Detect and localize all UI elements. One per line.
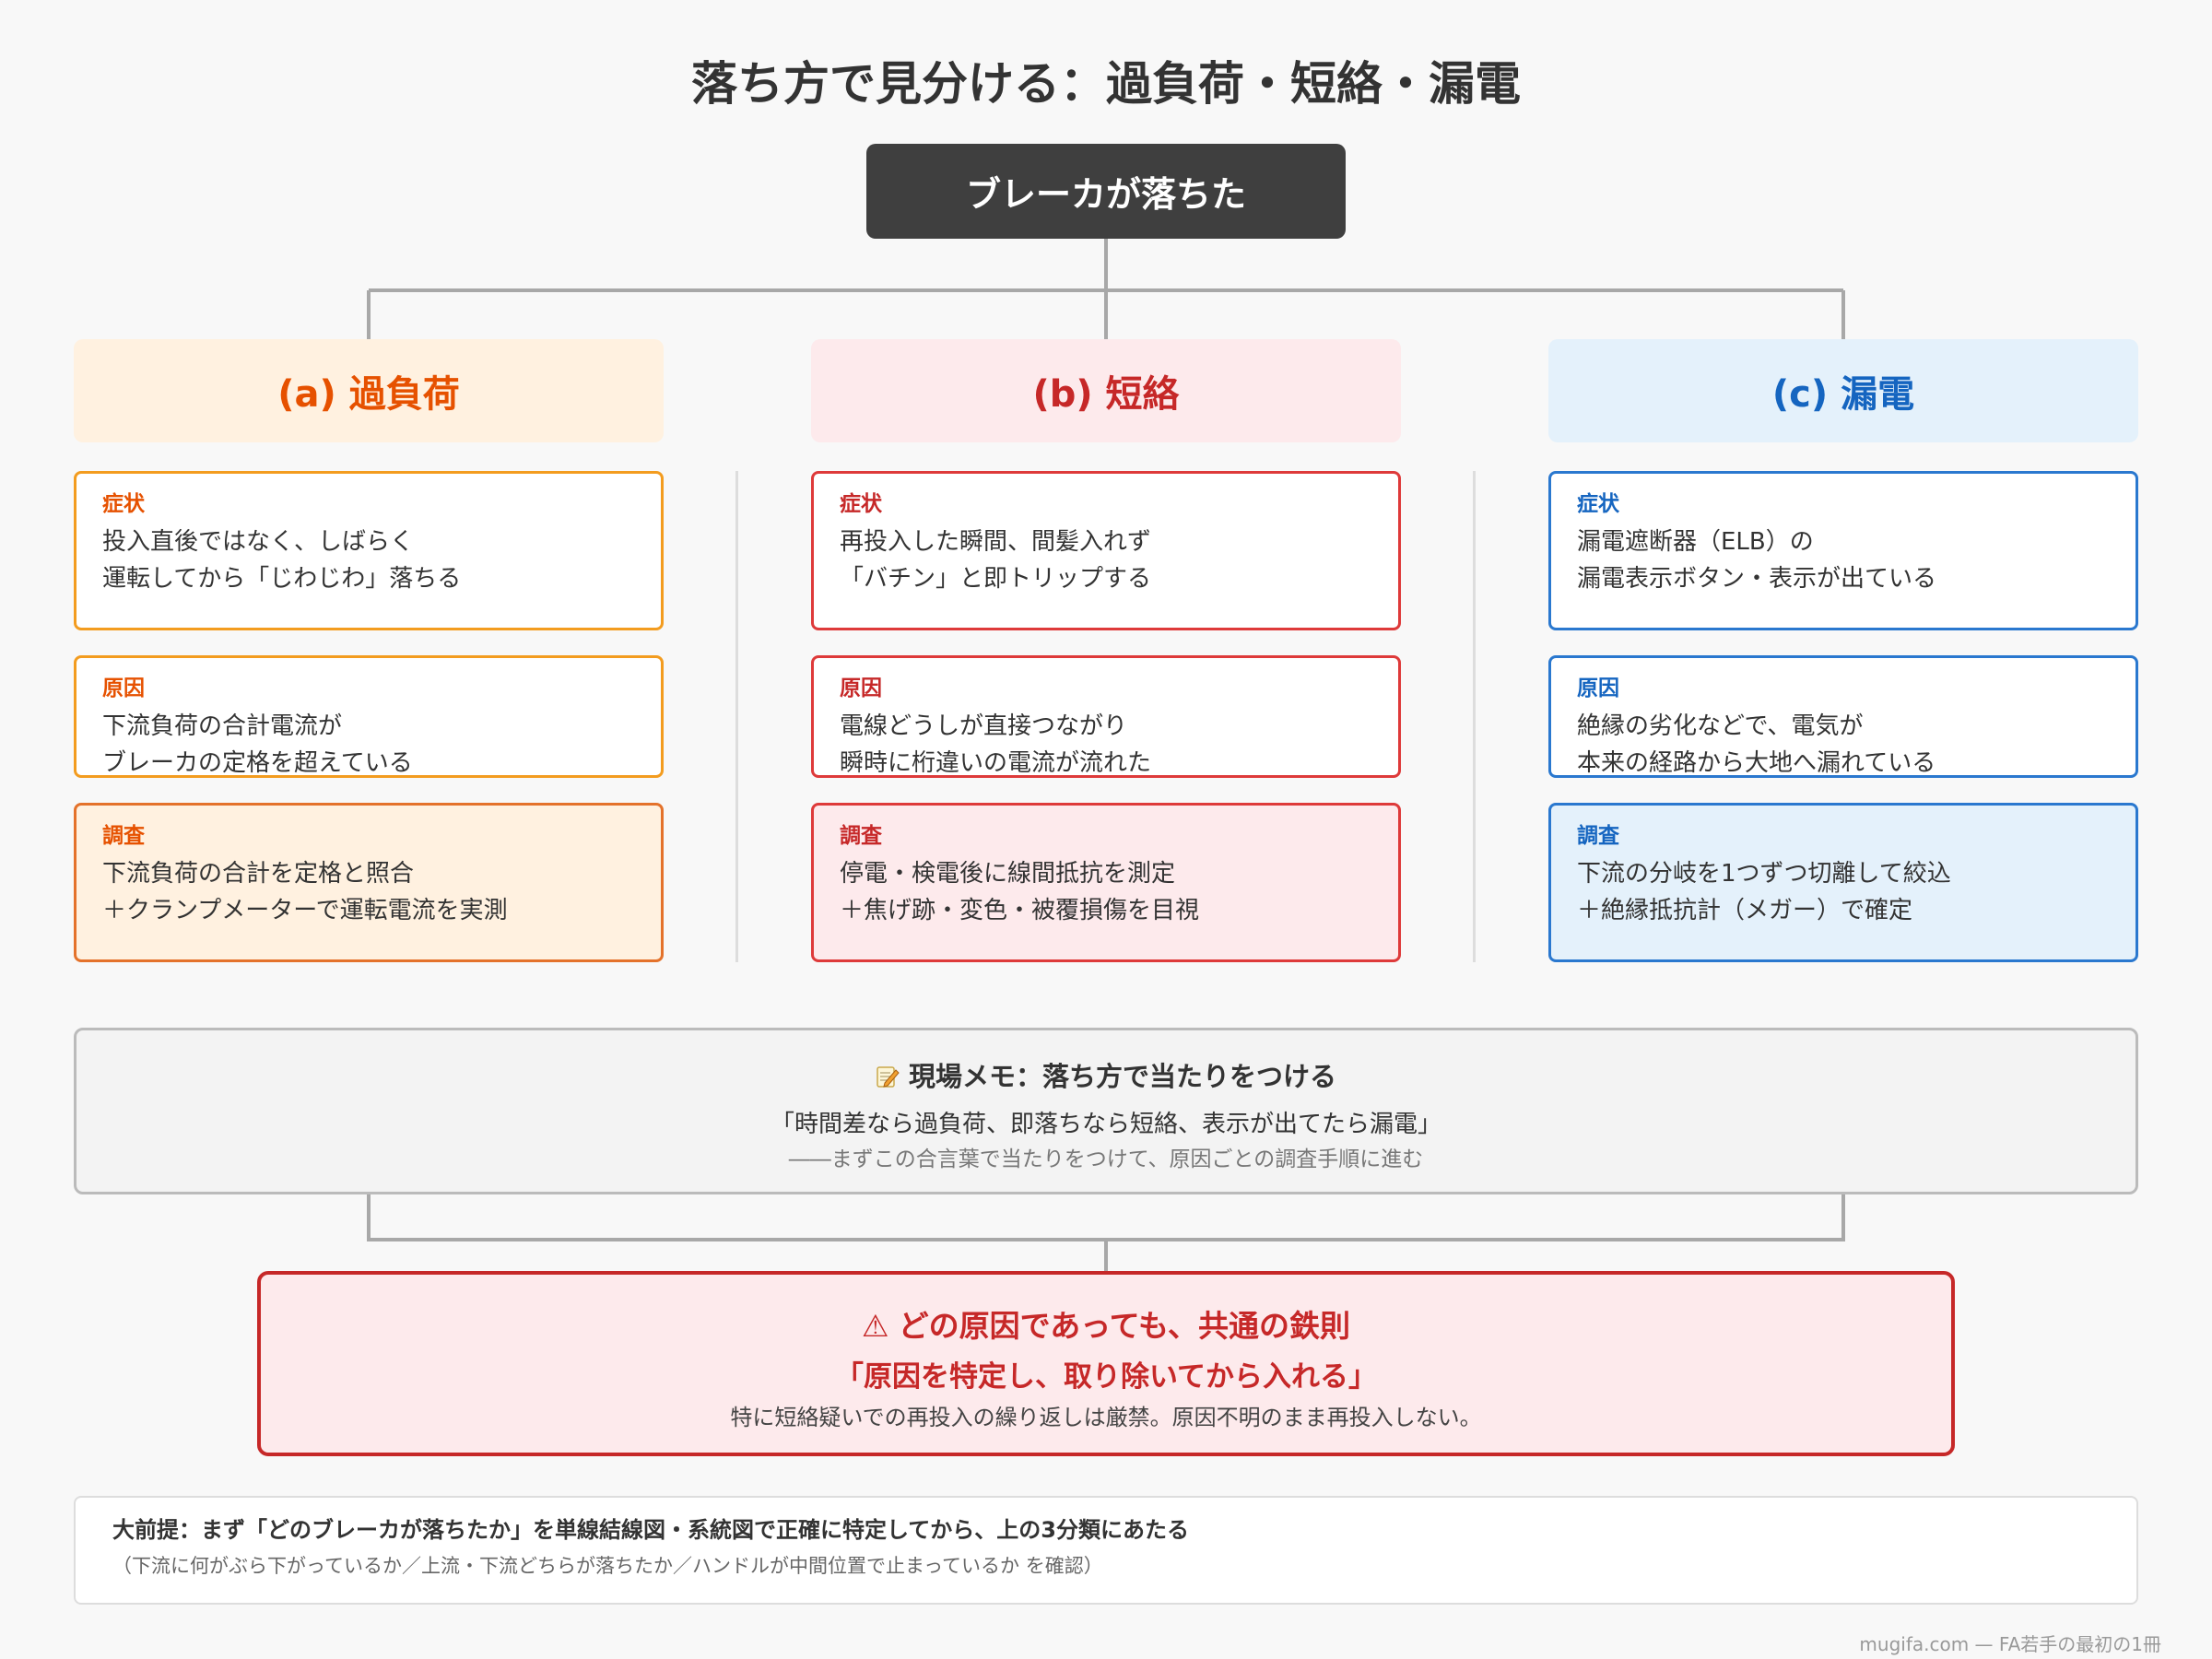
leak-symptom-card: 症状 漏電遮断器（ELB）の 漏電表示ボタン・表示が出ている: [1548, 471, 2138, 630]
short-cause-card: 原因 電線どうしが直接つながり 瞬時に桁違いの電流が流れた: [811, 655, 1401, 778]
card-label: 症状: [102, 492, 145, 516]
card-text: 漏電遮断器（ELB）の 漏電表示ボタン・表示が出ている: [1577, 528, 1937, 593]
common-rule-box: ⚠ どの原因であっても、共通の鉄則 「原因を特定し、取り除いてから入れる」 特に短…: [257, 1271, 1955, 1456]
memo-subtext: ――まずこの合言葉で当たりをつけて、原因ごとの調査手順に進む: [788, 1147, 1424, 1171]
leak-cause-card: 原因 絶縁の劣化などで、電気が 本来の経路から大地へ漏れている: [1548, 655, 2138, 778]
premise-main: 大前提：まず「どのブレーカが落ちたか」を単線結線図・系統図で正確に特定してから、…: [112, 1517, 1189, 1543]
overload-header: (a) 過負荷: [74, 339, 664, 442]
premise-box: 大前提：まず「どのブレーカが落ちたか」を単線結線図・系統図で正確に特定してから、…: [74, 1496, 2138, 1605]
memo-icon: [877, 1066, 900, 1088]
card-label: 症状: [1577, 492, 1619, 516]
card-label: 原因: [840, 677, 882, 700]
leak-survey-card: 調査 下流の分岐を1つずつ切離して絞込 ＋絶縁抵抗計（メガー）で確定: [1548, 803, 2138, 962]
card-text: 投入直後ではなく、しばらく 運転してから「じわじわ」落ちる: [102, 528, 462, 593]
card-label: 調査: [1577, 824, 1619, 848]
card-label: 原因: [1577, 677, 1619, 700]
warning-icon: ⚠: [862, 1308, 889, 1344]
card-label: 症状: [840, 492, 882, 516]
card-text: 下流負荷の合計を定格と照合 ＋クランプメーターで運転電流を実測: [102, 860, 508, 924]
overload-symptom-card: 症状 投入直後ではなく、しばらく 運転してから「じわじわ」落ちる: [74, 471, 664, 630]
memo-quote: 「時間差なら過負荷、即落ちなら短絡、表示が出てたら漏電」: [770, 1111, 1441, 1138]
card-label: 調査: [102, 824, 145, 848]
column-divider: [1473, 471, 1476, 962]
field-memo: 現場メモ：落ち方で当たりをつける 「時間差なら過負荷、即落ちなら短絡、表示が出て…: [74, 1028, 2138, 1194]
credit-text: mugifa.com — FA若手の最初の1冊: [1859, 1633, 2161, 1655]
card-text: 停電・検電後に線間抵抗を測定 ＋焦げ跡・変色・被覆損傷を目視: [840, 860, 1200, 924]
column-divider: [735, 471, 738, 962]
rule-title: どの原因であっても、共通の鉄則: [898, 1308, 1350, 1344]
short-survey-card: 調査 停電・検電後に線間抵抗を測定 ＋焦げ跡・変色・被覆損傷を目視: [811, 803, 1401, 962]
card-text: 下流負荷の合計電流が ブレーカの定格を超えている: [102, 712, 413, 777]
card-text: 再投入した瞬間、間髪入れず 「バチン」と即トリップする: [840, 528, 1152, 593]
root-to-branches-line: [367, 239, 1845, 339]
card-label: 原因: [102, 677, 145, 700]
root-node: ブレーカが落ちた: [866, 144, 1346, 239]
short-symptom-card: 症状 再投入した瞬間、間髪入れず 「バチン」と即トリップする: [811, 471, 1401, 630]
leak-header: (c) 漏電: [1548, 339, 2138, 442]
premise-sub: （下流に何がぶら下がっているか／上流・下流どちらが落ちたか／ハンドルが中間位置で…: [112, 1555, 1103, 1577]
short-header: (b) 短絡: [811, 339, 1401, 442]
card-text: 電線どうしが直接つながり 瞬時に桁違いの電流が流れた: [840, 712, 1152, 777]
overload-survey-card: 調査 下流負荷の合計を定格と照合 ＋クランプメーターで運転電流を実測: [74, 803, 664, 962]
card-label: 調査: [840, 824, 882, 848]
overload-cause-card: 原因 下流負荷の合計電流が ブレーカの定格を超えている: [74, 655, 664, 778]
memo-title: 現場メモ：落ち方で当たりをつける: [908, 1061, 1336, 1092]
card-text: 絶縁の劣化などで、電気が 本来の経路から大地へ漏れている: [1577, 712, 1936, 777]
memo-to-rule-line: [367, 1194, 1845, 1271]
card-text: 下流の分岐を1つずつ切離して絞込 ＋絶縁抵抗計（メガー）で確定: [1577, 860, 1951, 924]
rule-text: 特に短絡疑いでの再投入の繰り返しは厳禁。原因不明のまま再投入しない。: [730, 1405, 1482, 1430]
rule-quote: 「原因を特定し、取り除いてから入れる」: [834, 1360, 1378, 1394]
